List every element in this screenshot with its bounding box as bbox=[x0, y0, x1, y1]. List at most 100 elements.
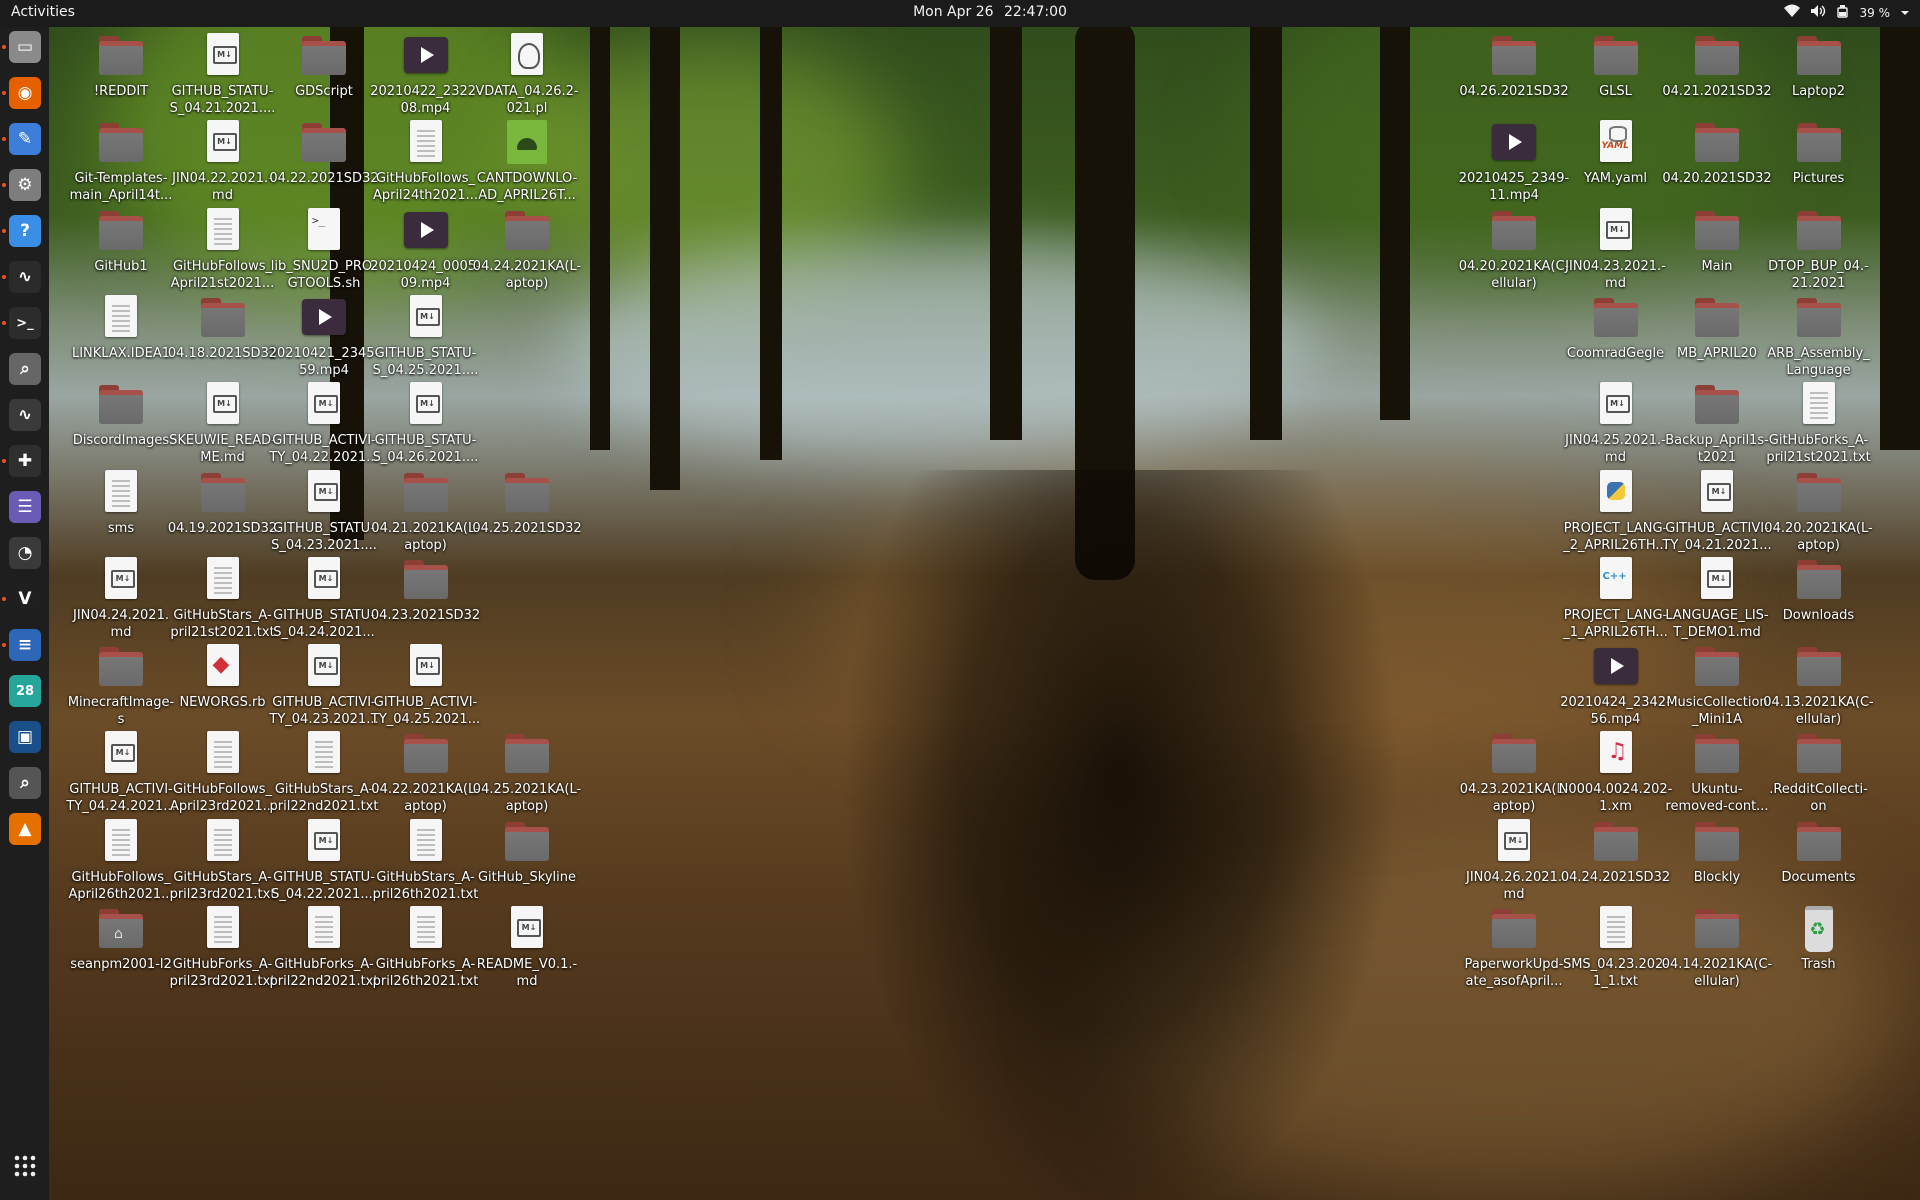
desktop-icon[interactable]: sms bbox=[64, 468, 178, 537]
desktop-icon[interactable]: Ukuntu- removed-cont... bbox=[1660, 729, 1774, 815]
desktop-icon[interactable]: GitHubFollows_ April21st2021... bbox=[166, 206, 280, 292]
desktop-icon[interactable]: 04.13.2021KA(C- ellular) bbox=[1762, 642, 1876, 728]
show-applications-button[interactable] bbox=[9, 1150, 41, 1182]
desktop-icon[interactable]: M↓ GITHUB_STATU- S_04.22.2021.... bbox=[267, 817, 381, 903]
desktop-icon[interactable]: 04.25.2021SD32 bbox=[470, 468, 584, 537]
desktop-icon[interactable]: 04.25.2021KA(L- aptop) bbox=[470, 729, 584, 815]
desktop-icon[interactable]: GitHubFollows_ April24th2021... bbox=[369, 118, 483, 204]
desktop-icon[interactable]: .RedditCollecti- on bbox=[1762, 729, 1876, 815]
clock[interactable]: Mon Apr 26 22:47:00 bbox=[0, 4, 1920, 20]
firefox-icon[interactable]: ◉ bbox=[9, 77, 41, 109]
desktop-icon[interactable]: GitHubStars_A- pril22nd2021.txt bbox=[267, 729, 381, 815]
desktop-icon[interactable]: GitHubForks_A- pril26th2021.txt bbox=[369, 904, 483, 990]
desktop-icon[interactable]: 04.14.2021KA(C- ellular) bbox=[1660, 904, 1774, 990]
desktop-icon[interactable]: M↓ GITHUB_ACTIVI- TY_04.21.2021... bbox=[1660, 468, 1774, 554]
desktop-icon[interactable]: Downloads bbox=[1762, 555, 1876, 624]
desktop-icon[interactable]: DiscordImages bbox=[64, 380, 178, 449]
system-tray[interactable]: 39 % bbox=[1783, 4, 1911, 21]
desktop-icon[interactable]: GitHubStars_A- pril26th2021.txt bbox=[369, 817, 483, 903]
desktop-icon[interactable]: M↓ GITHUB_STATU- S_04.24.2021... bbox=[267, 555, 381, 641]
desktop-icon[interactable]: 20210424_0005- 09.mp4 bbox=[369, 206, 483, 292]
tweaks-icon[interactable]: ☰ bbox=[9, 491, 41, 523]
desktop-icon[interactable]: 04.23.2021KA(L- aptop) bbox=[1457, 729, 1571, 815]
desktop-icon[interactable]: !REDDIT bbox=[64, 31, 178, 100]
desktop-icon[interactable]: 04.19.2021SD32 bbox=[166, 468, 280, 537]
desktop-icon[interactable]: ARB_Assembly_ Language bbox=[1762, 293, 1876, 379]
desktop-icon[interactable]: ◆ NEWORGS.rb bbox=[166, 642, 280, 711]
desktop-icon[interactable]: M↓ GITHUB_STATU- S_04.21.2021.... bbox=[166, 31, 280, 117]
search-icon[interactable]: ⌕ bbox=[9, 353, 41, 385]
vlc-icon[interactable]: ▲ bbox=[9, 813, 41, 845]
desktop-icon[interactable]: CoomradGegle bbox=[1559, 293, 1673, 362]
desktop-icon[interactable]: 20210421_2345- 59.mp4 bbox=[267, 293, 381, 379]
desktop-icon[interactable]: GitHubFollows_ April23rd2021... bbox=[166, 729, 280, 815]
desktop-icon[interactable]: GitHubForks_A- pril23rd2021.txt bbox=[166, 904, 280, 990]
audio-analyzer-icon[interactable]: ∿ bbox=[9, 399, 41, 431]
desktop-icon[interactable]: 04.22.2021KA(L- aptop) bbox=[369, 729, 483, 815]
desktop-icon[interactable]: Backup_April1s- t2021 bbox=[1660, 380, 1774, 466]
desktop-icon[interactable]: M↓ JIN04.26.2021. md bbox=[1457, 817, 1571, 903]
desktop-icon[interactable]: ♫ N0004.0024.202- 1.xm bbox=[1559, 729, 1673, 815]
desktop-icon[interactable]: 04.26.2021SD32 bbox=[1457, 31, 1571, 100]
vim-icon[interactable]: V bbox=[9, 583, 41, 615]
desktop-icon[interactable]: GitHub_Skyline bbox=[470, 817, 584, 886]
desktop-icon[interactable]: M↓ GITHUB_STATU- S_04.23.2021.... bbox=[267, 468, 381, 554]
virtualbox-icon[interactable]: ▣ bbox=[9, 721, 41, 753]
desktop-icon[interactable]: VDATA_04.26.2- 021.pl bbox=[470, 31, 584, 117]
magnifier-icon[interactable]: ⌕ bbox=[9, 767, 41, 799]
desktop-icon[interactable]: GDScript bbox=[267, 31, 381, 100]
desktop-icon[interactable]: MinecraftImage- s bbox=[64, 642, 178, 728]
desktop-icon[interactable]: Laptop2 bbox=[1762, 31, 1876, 100]
desktop-icon[interactable]: 20210425_2349- 11.mp4 bbox=[1457, 118, 1571, 204]
help-icon[interactable]: ? bbox=[9, 215, 41, 247]
desktop-icon[interactable]: LINKLAX.IDEA1 bbox=[64, 293, 178, 362]
desktop-icon[interactable]: M↓ JIN04.22.2021.- md bbox=[166, 118, 280, 204]
desktop-icon[interactable]: M↓ SKEUWIE_READ- ME.md bbox=[166, 380, 280, 466]
text-editor-icon[interactable]: ✎ bbox=[9, 123, 41, 155]
files-icon[interactable]: ▭ bbox=[9, 31, 41, 63]
settings-icon[interactable]: ⚙ bbox=[9, 169, 41, 201]
desktop-icon[interactable]: MB_APRIL20 bbox=[1660, 293, 1774, 362]
desktop-icon[interactable]: GLSL bbox=[1559, 31, 1673, 100]
terminal-icon[interactable]: >_ bbox=[9, 307, 41, 339]
desktop-icon[interactable]: M↓ GITHUB_ACTIVI- TY_04.24.2021... bbox=[64, 729, 178, 815]
desktop-icon[interactable]: M↓ GITHUB_ACTIVI- TY_04.25.2021... bbox=[369, 642, 483, 728]
desktop-icon[interactable]: 04.21.2021KA(L- aptop) bbox=[369, 468, 483, 554]
desktop-icon[interactable]: M↓ LANGUAGE_LIS- T_DEMO1.md bbox=[1660, 555, 1774, 641]
desktop-icon[interactable]: 04.22.2021SD32 bbox=[267, 118, 381, 187]
desktop-icon[interactable]: SMS_04.23.202- 1_1.txt bbox=[1559, 904, 1673, 990]
desktop-icon[interactable]: Blockly bbox=[1660, 817, 1774, 886]
desktop-icon[interactable]: ♻ Trash bbox=[1762, 904, 1876, 973]
desktop-icon[interactable]: >_ lib_SNU2D_PRO- GTOOLS.sh bbox=[267, 206, 381, 292]
desktop-icon[interactable]: 04.20.2021KA(L- aptop) bbox=[1762, 468, 1876, 554]
desktop-icon[interactable]: GitHubStars_A- pril23rd2021.txt bbox=[166, 817, 280, 903]
desktop-icon[interactable]: GitHubForks_A- pril21st2021.txt bbox=[1762, 380, 1876, 466]
clock-icon[interactable]: ◔ bbox=[9, 537, 41, 569]
desktop-icon[interactable]: M↓ JIN04.23.2021.- md bbox=[1559, 206, 1673, 292]
desktop-icon[interactable]: CANTDOWNLO- AD_APRIL26T... bbox=[470, 118, 584, 204]
desktop-icon[interactable]: 20210422_2322- 08.mp4 bbox=[369, 31, 483, 117]
desktop-icon[interactable]: YAML YAM.yaml bbox=[1559, 118, 1673, 187]
desktop-icon[interactable]: Pictures bbox=[1762, 118, 1876, 187]
desktop-icon[interactable]: M↓ JIN04.25.2021.- md bbox=[1559, 380, 1673, 466]
desktop-icon[interactable]: Documents bbox=[1762, 817, 1876, 886]
desktop-icon[interactable]: 20210424_2342- 56.mp4 bbox=[1559, 642, 1673, 728]
desktop-icon[interactable]: M↓ GITHUB_ACTIVI- TY_04.23.2021... bbox=[267, 642, 381, 728]
calendar-icon[interactable]: 28 bbox=[9, 675, 41, 707]
desktop-icon[interactable]: M↓ GITHUB_STATU- S_04.25.2021.... bbox=[369, 293, 483, 379]
desktop-icon[interactable]: Main bbox=[1660, 206, 1774, 275]
desktop-icon[interactable]: 04.24.2021KA(L- aptop) bbox=[470, 206, 584, 292]
desktop-icon[interactable]: MusicCollection _Mini1A bbox=[1660, 642, 1774, 728]
desktop-icon[interactable]: DTOP_BUP_04.- 21.2021 bbox=[1762, 206, 1876, 292]
desktop-icon[interactable]: 04.20.2021SD32 bbox=[1660, 118, 1774, 187]
desktop-icon[interactable]: M↓ GITHUB_STATU- S_04.26.2021.... bbox=[369, 380, 483, 466]
system-monitor-icon[interactable]: ∿ bbox=[9, 261, 41, 293]
desktop-icon[interactable]: 04.23.2021SD32 bbox=[369, 555, 483, 624]
desktop-icon[interactable]: 04.21.2021SD32 bbox=[1660, 31, 1774, 100]
desktop-icon[interactable]: ⌂ seanpm2001-l2 bbox=[64, 904, 178, 973]
document-viewer-icon[interactable]: ≡ bbox=[9, 629, 41, 661]
desktop-icon[interactable]: GitHubFollows_ April26th2021... bbox=[64, 817, 178, 903]
desktop-icon[interactable]: PROJECT_LANG- _2_APRIL26TH... bbox=[1559, 468, 1673, 554]
desktop-icon[interactable]: M↓ README_V0.1.- md bbox=[470, 904, 584, 990]
desktop-icon[interactable]: 04.18.2021SD32 bbox=[166, 293, 280, 362]
